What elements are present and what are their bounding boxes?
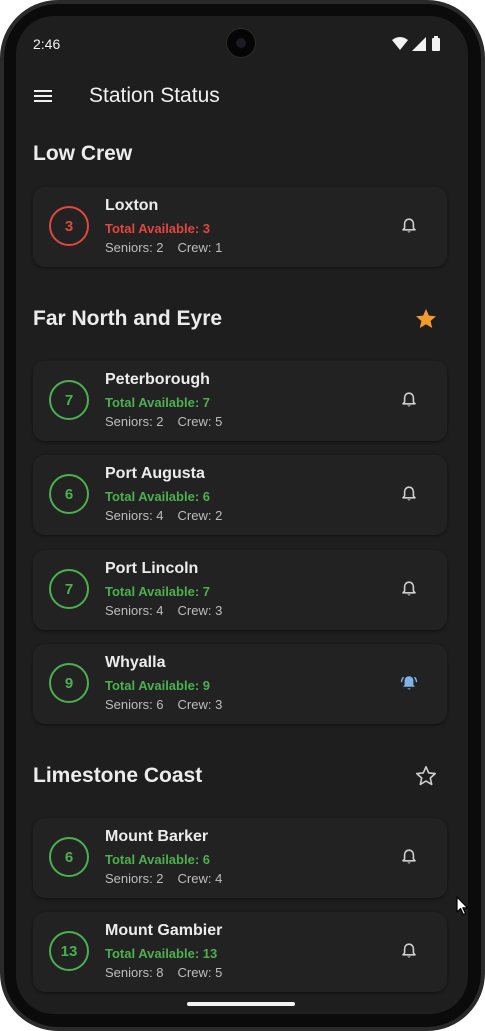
bell-ringing-icon[interactable]	[400, 674, 418, 692]
crew-breakdown: Seniors: 2 Crew: 1	[105, 240, 222, 255]
crew-count: Crew: 2	[177, 508, 223, 523]
total-available: Total Available: 13	[105, 946, 218, 961]
status-time: 2:46	[33, 36, 61, 52]
station-card-peterborough[interactable]: 7 Peterborough Total Available: 7 Senior…	[33, 361, 447, 441]
seniors-count: Seniors: 4	[105, 603, 164, 618]
crew-count: Crew: 3	[177, 603, 223, 618]
section-title-limestone-coast: Limestone Coast	[33, 764, 203, 787]
crew-count: Crew: 3	[177, 697, 223, 712]
total-available: Total Available: 6	[105, 852, 210, 867]
menu-icon[interactable]	[34, 86, 56, 106]
crew-breakdown: Seniors: 6 Crew: 3	[105, 697, 222, 712]
section-title-far-north-and-eyre: Far North and Eyre	[33, 307, 223, 330]
wifi-icon	[392, 37, 408, 50]
battery-icon	[432, 36, 440, 51]
mouse-cursor-icon	[456, 896, 469, 916]
crew-count: Crew: 4	[177, 871, 223, 886]
signal-icon	[412, 37, 426, 51]
available-count-badge: 9	[49, 663, 89, 703]
station-name: Mount Gambier	[105, 922, 223, 939]
station-card-whyalla[interactable]: 9 Whyalla Total Available: 9 Seniors: 6 C…	[33, 644, 447, 724]
crew-count: Crew: 1	[177, 240, 223, 255]
available-count-badge: 7	[49, 380, 89, 420]
bell-outline-icon[interactable]	[400, 485, 418, 503]
seniors-count: Seniors: 6	[105, 697, 164, 712]
available-count-badge: 6	[49, 837, 89, 877]
seniors-count: Seniors: 2	[105, 414, 164, 429]
crew-count: Crew: 5	[177, 414, 223, 429]
crew-breakdown: Seniors: 2 Crew: 5	[105, 414, 222, 429]
total-available: Total Available: 7	[105, 584, 210, 599]
screen: 2:46 Station Status Low Crew 3 Loxton To…	[16, 16, 468, 1014]
bell-outline-icon[interactable]	[400, 580, 418, 598]
bell-outline-icon[interactable]	[400, 848, 418, 866]
total-available: Total Available: 9	[105, 678, 210, 693]
crew-breakdown: Seniors: 4 Crew: 3	[105, 603, 222, 618]
star-outline-icon[interactable]	[414, 764, 438, 788]
seniors-count: Seniors: 2	[105, 240, 164, 255]
bell-outline-icon[interactable]	[400, 391, 418, 409]
available-count-badge: 13	[49, 931, 89, 971]
total-available: Total Available: 3	[105, 221, 210, 236]
seniors-count: Seniors: 8	[105, 965, 164, 980]
crew-breakdown: Seniors: 8 Crew: 5	[105, 965, 222, 980]
total-available: Total Available: 6	[105, 489, 210, 504]
camera-cutout	[226, 28, 256, 58]
station-card-mount-gambier[interactable]: 13 Mount Gambier Total Available: 13 Sen…	[33, 912, 447, 992]
section-title-low-crew: Low Crew	[33, 142, 133, 165]
app-bar: Station Status	[16, 72, 468, 120]
station-card-loxton[interactable]: 3 Loxton Total Available: 3 Seniors: 2 Cr…	[33, 187, 447, 267]
total-available: Total Available: 7	[105, 395, 210, 410]
station-name: Mount Barker	[105, 828, 209, 845]
crew-breakdown: Seniors: 2 Crew: 4	[105, 871, 222, 886]
seniors-count: Seniors: 2	[105, 871, 164, 886]
system-icons	[392, 36, 452, 51]
seniors-count: Seniors: 4	[105, 508, 164, 523]
station-name: Loxton	[105, 197, 159, 214]
home-indicator[interactable]	[187, 1002, 295, 1006]
station-card-mount-barker[interactable]: 6 Mount Barker Total Available: 6 Senior…	[33, 818, 447, 898]
page-title: Station Status	[89, 84, 220, 107]
station-card-port-lincoln[interactable]: 7 Port Lincoln Total Available: 7 Senior…	[33, 550, 447, 630]
bell-outline-icon[interactable]	[400, 942, 418, 960]
bell-outline-icon[interactable]	[400, 217, 418, 235]
available-count-badge: 3	[49, 206, 89, 246]
crew-count: Crew: 5	[177, 965, 223, 980]
station-name: Whyalla	[105, 654, 166, 671]
station-name: Peterborough	[105, 371, 210, 388]
station-card-port-augusta[interactable]: 6 Port Augusta Total Available: 6 Senior…	[33, 455, 447, 535]
status-bar: 2:46	[16, 16, 468, 72]
crew-breakdown: Seniors: 4 Crew: 2	[105, 508, 222, 523]
station-name: Port Lincoln	[105, 560, 199, 577]
star-filled-icon[interactable]	[414, 307, 438, 331]
available-count-badge: 6	[49, 474, 89, 514]
available-count-badge: 7	[49, 569, 89, 609]
station-name: Port Augusta	[105, 465, 205, 482]
